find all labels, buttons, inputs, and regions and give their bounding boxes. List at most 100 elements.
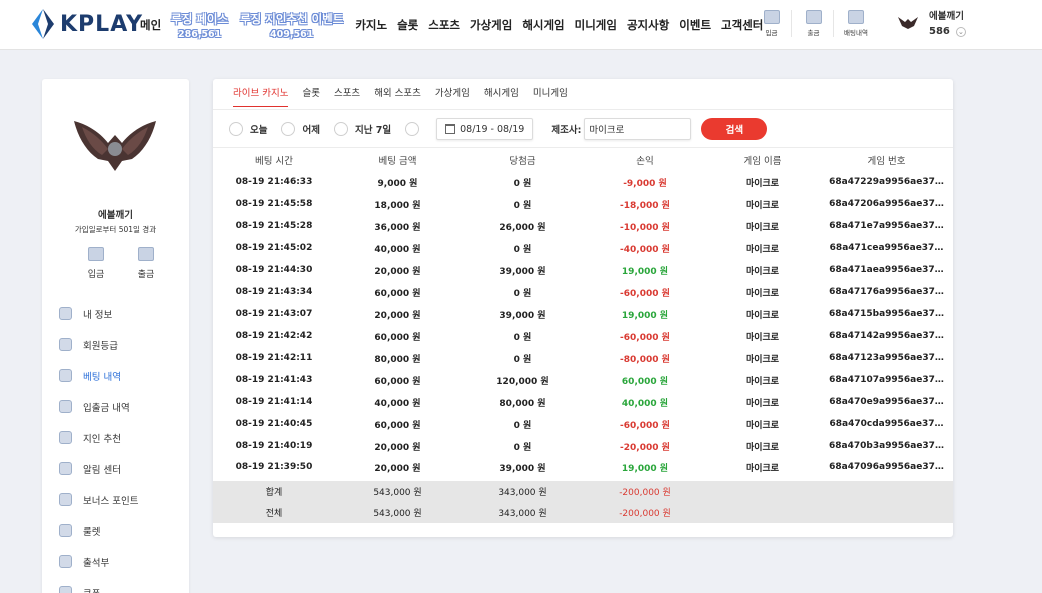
sidebar-item[interactable]: 지인 추천	[59, 422, 184, 453]
sidebar-item[interactable]: 입출금 내역	[59, 391, 184, 422]
filter-bar: 오늘 어제 지난 7일 08/19 - 08/19 제조사: 검색	[229, 117, 768, 141]
table-cell: 68a470cda9956ae37…	[829, 419, 944, 429]
sidebar-item[interactable]: 내 정보	[59, 298, 184, 329]
sidebar-item[interactable]: 베팅 내역	[59, 360, 184, 391]
summary-label: 전체	[213, 501, 335, 523]
table-cell: 마이크로	[745, 376, 780, 387]
grade-icon	[59, 338, 72, 351]
table-cell: 68a471e7a9956ae37…	[829, 221, 944, 231]
table-row: 08-19 21:41:14 40,000 원 80,000 원 40,000 원 마이…	[213, 391, 953, 413]
table-cell: 80,000 원	[499, 398, 546, 409]
sidebar-item[interactable]: 룰렛	[59, 515, 184, 546]
nav-item[interactable]: 메인	[140, 17, 161, 33]
sidebar-item[interactable]: 출석부	[59, 546, 184, 577]
table-cell: 08-19 21:45:58	[235, 199, 313, 209]
header-bet-history-button[interactable]: 배팅내역	[842, 10, 876, 37]
table-cell: -20,000 원	[620, 442, 670, 453]
table-cell: 0 원	[513, 244, 532, 255]
table-cell: 60,000 원	[374, 420, 421, 431]
table-cell: 0 원	[513, 332, 532, 343]
table-cell: 60,000 원	[374, 376, 421, 387]
table-cell: 39,000 원	[499, 463, 546, 474]
tab[interactable]: 미니게임	[533, 79, 568, 109]
table-cell: 26,000 원	[499, 222, 546, 233]
tabs-divider	[213, 109, 953, 110]
table-cell: 마이크로	[745, 310, 780, 321]
withdraw-icon	[805, 10, 822, 24]
nav-item[interactable]: 가상게임	[470, 17, 512, 33]
sidebar-item[interactable]: 회원등급	[59, 329, 184, 360]
nav-item-promo[interactable]: 루징 지인추천 이벤트 409,561	[240, 11, 343, 40]
nav-item[interactable]: 슬롯	[397, 17, 418, 33]
deposit-icon	[88, 247, 104, 261]
header-deposit-button[interactable]: 입금	[758, 10, 792, 37]
column-header: 베팅 금액	[335, 149, 460, 171]
user-points: 586 ⌄	[929, 26, 966, 37]
date-radio[interactable]: 어제	[281, 122, 320, 136]
table-cell: 08-19 21:41:43	[235, 375, 313, 385]
summary-win: 343,000 원	[460, 477, 585, 501]
column-header: 손익	[585, 149, 705, 171]
nav-item-promo[interactable]: 루징 페이스 286,561	[171, 11, 228, 40]
table-cell: -18,000 원	[620, 200, 670, 211]
table-cell: 08-19 21:41:14	[235, 397, 313, 407]
radio-circle[interactable]	[333, 122, 348, 136]
calendar-icon	[445, 124, 456, 134]
nav-item[interactable]: 이벤트	[679, 17, 711, 33]
table-cell: 9,000 원	[377, 178, 418, 189]
table-cell: 마이크로	[745, 222, 780, 233]
bet-history-icon	[59, 369, 72, 382]
logo[interactable]: KPLAY	[30, 8, 143, 40]
table-cell: 08-19 21:42:11	[235, 353, 313, 363]
nav-item[interactable]: 미니게임	[575, 17, 617, 33]
search-button[interactable]: 검색	[701, 118, 768, 140]
table-cell: -80,000 원	[620, 354, 670, 365]
radio-circle[interactable]	[229, 122, 243, 136]
table-cell: 68a471cea9956ae37…	[829, 243, 944, 253]
table-cell: 0 원	[513, 354, 532, 365]
table-cell: 60,000 원	[374, 332, 421, 343]
custom-range-radio[interactable]	[405, 122, 426, 136]
tab[interactable]: 해시게임	[484, 79, 519, 109]
date-radio[interactable]: 오늘	[229, 122, 267, 136]
maker-input[interactable]	[584, 118, 692, 140]
tab[interactable]: 가상게임	[435, 79, 470, 109]
table-cell: 68a4715ba9956ae37…	[829, 309, 944, 319]
table-cell: 60,000 원	[374, 288, 421, 299]
sidebar-item[interactable]: 쿠폰	[59, 577, 184, 593]
table-cell: 마이크로	[745, 420, 780, 431]
tab[interactable]: 해외 스포츠	[374, 79, 421, 109]
table-cell: 68a470e9a9956ae37…	[829, 397, 944, 407]
avatar-emblem-icon	[74, 121, 156, 171]
table-cell: 19,000 원	[621, 266, 669, 277]
nav-item-label: 루징 페이스	[171, 11, 229, 26]
table-cell: 60,000 원	[621, 376, 669, 387]
sidebar-item[interactable]: 알림 센터	[59, 453, 184, 484]
bet-history-panel: 라이브 카지노 슬롯 스포츠 해외 스포츠 가상게임 해시게임 미니게임 오늘 어제 지난 7일…	[213, 79, 953, 537]
sidebar-item-label: 보너스 포인트	[83, 495, 139, 507]
date-range-picker[interactable]: 08/19 - 08/19	[436, 118, 534, 140]
nav-item[interactable]: 해시게임	[522, 17, 564, 33]
date-radio[interactable]: 지난 7일	[333, 122, 391, 136]
chevron-down-icon[interactable]: ⌄	[955, 26, 966, 37]
withdraw-button[interactable]: 출금	[132, 247, 160, 280]
nav-item[interactable]: 스포츠	[428, 17, 460, 33]
nav-item[interactable]: 공지사항	[627, 17, 669, 33]
table-cell: 40,000 원	[621, 398, 669, 409]
sidebar-item[interactable]: 보너스 포인트	[59, 484, 184, 515]
radio-circle[interactable]	[405, 122, 420, 136]
summary-empty	[820, 477, 953, 501]
summary-pl: -200,000 원	[585, 477, 705, 501]
deposit-button[interactable]: 입금	[82, 247, 110, 280]
header-withdraw-button[interactable]: 출금	[800, 10, 834, 37]
table-row: 08-19 21:45:28 36,000 원 26,000 원 -10,000 원 마…	[213, 215, 953, 237]
tab[interactable]: 라이브 카지노	[233, 79, 289, 109]
tab[interactable]: 스포츠	[334, 79, 360, 109]
tab[interactable]: 슬롯	[302, 79, 319, 109]
table-cell: 80,000 원	[374, 354, 421, 365]
table-cell: 39,000 원	[499, 266, 546, 277]
user-box[interactable]: 에볼깨기 586 ⌄	[897, 8, 966, 37]
radio-circle[interactable]	[281, 122, 296, 136]
nav-item[interactable]: 카지노	[355, 17, 387, 33]
table-cell: 68a47176a9956ae37…	[829, 287, 944, 297]
